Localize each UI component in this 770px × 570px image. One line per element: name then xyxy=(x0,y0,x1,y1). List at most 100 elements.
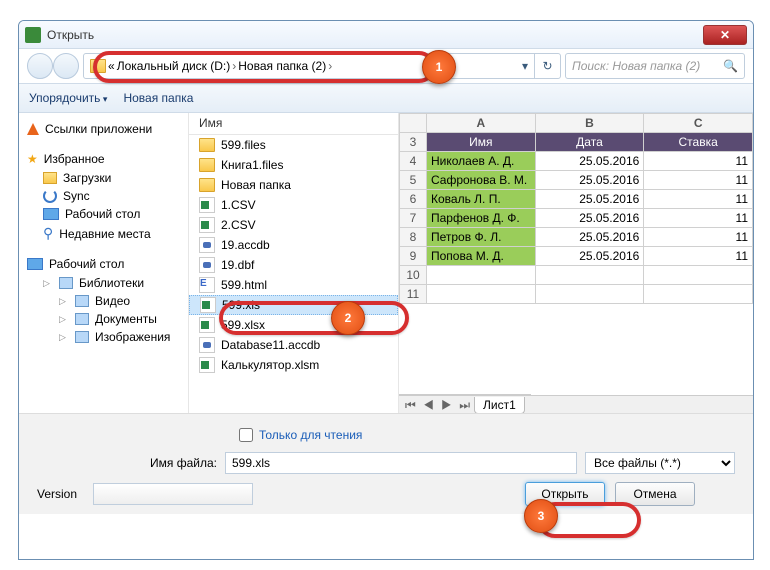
file-name: Новая папка xyxy=(221,178,291,192)
sidebar-favorites-header[interactable]: ★Избранное xyxy=(21,149,186,169)
version-label: Version xyxy=(37,487,77,501)
sidebar-item-recent[interactable]: ⚲Недавние места xyxy=(21,223,186,244)
file-row[interactable]: 599.xls xyxy=(189,295,398,315)
file-row[interactable]: 599.files xyxy=(189,135,398,155)
refresh-button[interactable]: ↻ xyxy=(534,54,560,78)
cancel-button[interactable]: Отмена xyxy=(615,482,695,506)
annotation-marker-2: 2 xyxy=(331,301,365,335)
sidebar-item-pictures[interactable]: ▷Изображения xyxy=(21,328,186,346)
db-icon xyxy=(199,337,215,353)
sidebar-apps-header[interactable]: Ссылки приложени xyxy=(21,119,186,139)
cone-icon xyxy=(27,123,39,135)
sidebar-item-desktop[interactable]: Рабочий стол xyxy=(21,205,186,223)
history-dropdown-icon[interactable]: ▾ xyxy=(516,59,534,73)
pictures-icon xyxy=(75,331,89,343)
titlebar: Открыть ✕ xyxy=(19,21,753,49)
desktop-icon xyxy=(43,208,59,220)
expand-icon[interactable]: ▷ xyxy=(59,296,69,307)
file-name: 2.CSV xyxy=(221,218,256,232)
nav-back-button[interactable] xyxy=(27,53,53,79)
html-icon xyxy=(199,277,215,293)
file-name: 19.dbf xyxy=(221,258,254,272)
filename-input[interactable] xyxy=(225,452,577,474)
video-icon xyxy=(75,295,89,307)
version-select[interactable] xyxy=(93,483,253,505)
file-name: Калькулятор.xlsm xyxy=(221,358,319,372)
search-icon: 🔍 xyxy=(723,59,738,73)
file-name: 19.accdb xyxy=(221,238,270,252)
xls-icon xyxy=(199,317,215,333)
xls-icon xyxy=(200,297,216,313)
sidebar-item-sync[interactable]: Sync xyxy=(21,187,186,205)
filename-label: Имя файла: xyxy=(37,456,217,470)
csv-icon xyxy=(199,217,215,233)
address-bar[interactable]: « Локальный диск (D:) › Новая папка (2) … xyxy=(83,53,561,79)
xls-icon xyxy=(199,357,215,373)
sheet-tab[interactable]: Лист1 xyxy=(474,397,525,414)
file-row[interactable]: Книга1.files xyxy=(189,155,398,175)
db-icon xyxy=(199,237,215,253)
col-header: B xyxy=(535,114,644,133)
folder-icon xyxy=(90,59,106,73)
folder-icon xyxy=(199,158,215,172)
desktop-icon xyxy=(27,258,43,270)
sidebar-desktop-header[interactable]: Рабочий стол xyxy=(21,254,186,274)
close-button[interactable]: ✕ xyxy=(703,25,747,45)
organize-menu[interactable]: Упорядочить xyxy=(29,91,107,105)
documents-icon xyxy=(75,313,89,325)
star-icon: ★ xyxy=(27,152,38,166)
sidebar-item-video[interactable]: ▷Видео xyxy=(21,292,186,310)
file-name: 1.CSV xyxy=(221,198,256,212)
file-row[interactable]: Новая папка xyxy=(189,175,398,195)
sync-icon xyxy=(43,189,57,203)
libraries-icon xyxy=(59,277,73,289)
breadcrumb-sep: › xyxy=(328,59,332,73)
preview-scrollbar[interactable]: ⏮ ◀ ▶ ⏭ Лист1 xyxy=(399,395,753,413)
expand-icon[interactable]: ▷ xyxy=(43,278,53,289)
file-filter-select[interactable]: Все файлы (*.*) xyxy=(585,452,735,474)
sheet-nav-icons[interactable]: ⏮ ◀ ▶ ⏭ xyxy=(405,398,472,413)
expand-icon[interactable]: ▷ xyxy=(59,332,69,343)
column-header-name[interactable]: Имя xyxy=(189,113,398,135)
open-dialog: Открыть ✕ « Локальный диск (D:) › Новая … xyxy=(18,20,754,560)
file-name: 599.html xyxy=(221,278,267,292)
csv-icon xyxy=(199,197,215,213)
search-placeholder: Поиск: Новая папка (2) xyxy=(572,59,700,73)
downloads-icon xyxy=(43,172,57,184)
pin-icon: ⚲ xyxy=(43,225,53,242)
file-row[interactable]: 599.html xyxy=(189,275,398,295)
app-icon xyxy=(25,27,41,43)
sidebar-item-libraries[interactable]: ▷Библиотеки xyxy=(21,274,186,292)
dialog-body: Ссылки приложени ★Избранное Загрузки Syn… xyxy=(19,113,753,413)
expand-icon[interactable]: ▷ xyxy=(59,314,69,325)
file-row[interactable]: 1.CSV xyxy=(189,195,398,215)
search-input[interactable]: Поиск: Новая папка (2) 🔍 xyxy=(565,53,745,79)
file-row[interactable]: 19.accdb xyxy=(189,235,398,255)
window-title: Открыть xyxy=(47,28,703,42)
file-row[interactable]: 599.xlsx xyxy=(189,315,398,335)
sidebar-item-documents[interactable]: ▷Документы xyxy=(21,310,186,328)
sidebar: Ссылки приложени ★Избранное Загрузки Syn… xyxy=(19,113,189,413)
sidebar-item-downloads[interactable]: Загрузки xyxy=(21,169,186,187)
readonly-input[interactable] xyxy=(239,428,253,442)
file-list[interactable]: Имя 599.files Книга1.files Новая папка 1.CS… xyxy=(189,113,399,413)
readonly-checkbox[interactable]: Только для чтения xyxy=(239,428,735,442)
toolbar: Упорядочить Новая папка xyxy=(19,83,753,113)
breadcrumb-prefix: « xyxy=(108,59,115,73)
dialog-footer: Только для чтения Имя файла: Все файлы (… xyxy=(19,413,753,514)
file-row[interactable]: Database11.accdb xyxy=(189,335,398,355)
annotation-marker-1: 1 xyxy=(422,50,456,84)
breadcrumb-seg1[interactable]: Локальный диск (D:) xyxy=(117,59,231,73)
new-folder-button[interactable]: Новая папка xyxy=(123,91,193,105)
file-row[interactable]: 2.CSV xyxy=(189,215,398,235)
col-header: C xyxy=(644,114,753,133)
db-icon xyxy=(199,257,215,273)
breadcrumb-sep: › xyxy=(232,59,236,73)
file-name: Книга1.files xyxy=(221,158,283,172)
folder-icon xyxy=(199,138,215,152)
breadcrumb-seg2[interactable]: Новая папка (2) xyxy=(238,59,326,73)
nav-forward-button[interactable] xyxy=(53,53,79,79)
file-row[interactable]: Калькулятор.xlsm xyxy=(189,355,398,375)
annotation-marker-3: 3 xyxy=(524,499,558,533)
file-row[interactable]: 19.dbf xyxy=(189,255,398,275)
